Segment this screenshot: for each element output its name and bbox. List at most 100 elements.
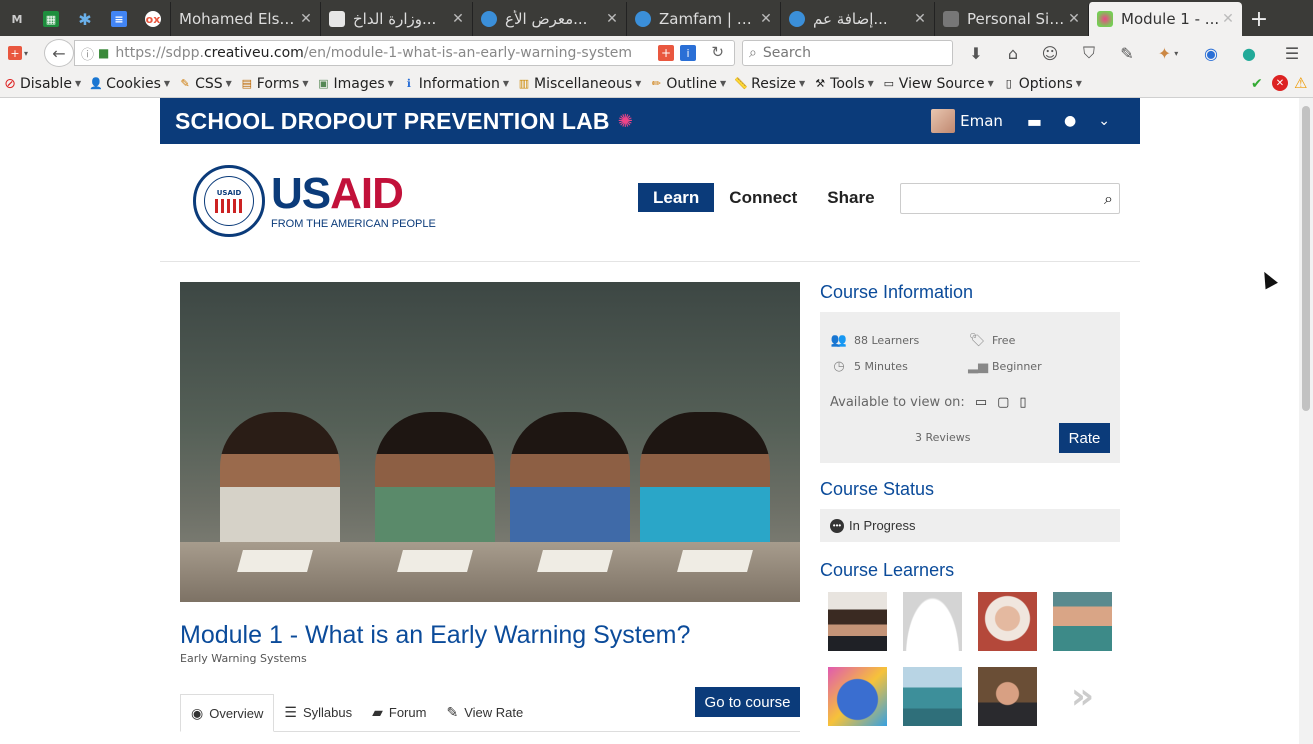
pen-icon[interactable]: ✎ <box>1117 40 1137 66</box>
tab-2[interactable]: وزارة الداخ... ✕ <box>320 2 472 36</box>
more-learners-icon[interactable]: » <box>1053 667 1112 726</box>
options-icon: ▯ <box>1005 77 1012 90</box>
toolbar-information[interactable]: ℹ Information ▼ <box>402 76 509 92</box>
browser-navigation-bar: + ▾ ← ⓘ ■ https://sdpp. creativeu.com/en/m… <box>0 36 1313 70</box>
toolbar-miscellaneous[interactable]: ▥ Miscellaneous ▼ <box>517 76 642 92</box>
tab-active[interactable]: Module 1 - ... ✕ <box>1088 2 1242 36</box>
toolbar-options[interactable]: ▯ Options ▼ <box>1002 76 1082 92</box>
gmail-icon: M <box>11 12 23 26</box>
addon-plus-icon[interactable]: + <box>658 45 674 61</box>
back-button[interactable]: ← <box>44 39 74 67</box>
toolbar-view-source[interactable]: ▭ View Source ▼ <box>882 76 994 92</box>
vpn-icon[interactable]: ◉ <box>1201 40 1221 66</box>
paper <box>537 550 613 572</box>
info-badge-icon[interactable]: i <box>680 45 696 61</box>
pinned-tab-docs[interactable]: ≡ <box>102 2 136 36</box>
reload-icon[interactable]: ↻ <box>711 43 724 61</box>
close-icon[interactable]: ✕ <box>1220 11 1236 27</box>
toolbar-disable[interactable]: ⊘ Disable ▼ <box>3 76 81 92</box>
avatar[interactable] <box>828 667 887 726</box>
avatar[interactable] <box>903 667 962 726</box>
main-menu: Learn Connect Share <box>638 183 890 212</box>
go-to-course-button[interactable]: Go to course <box>695 687 800 717</box>
toolbar-tools[interactable]: ⚒ Tools ▼ <box>813 76 874 92</box>
avatar[interactable] <box>903 592 962 651</box>
site-brand[interactable]: SCHOOL DROPOUT PREVENTION LAB <box>175 108 610 135</box>
page-scrollbar[interactable] <box>1299 98 1313 744</box>
menu-icon[interactable]: ☰ <box>1281 40 1303 66</box>
tab-5[interactable]: إضافة عم... ✕ <box>780 2 934 36</box>
tab-4[interactable]: Zamfam | م...✕ <box>626 2 780 36</box>
tab-1[interactable]: Mohamed Elsa... ✕ <box>170 2 320 36</box>
pinned-tab-sheets[interactable]: ▦ <box>34 2 68 36</box>
reviews-count[interactable]: 3 Reviews <box>915 431 970 444</box>
profile-icon[interactable]: ● <box>1064 113 1076 129</box>
tab-3[interactable]: معرض الأع... ✕ <box>472 2 626 36</box>
tab-view-rate[interactable]: ✎ View Rate <box>436 693 533 731</box>
tab-title: إضافة عم... <box>813 10 888 28</box>
menu-connect[interactable]: Connect <box>714 183 812 212</box>
info-icon[interactable]: ⓘ <box>81 44 94 63</box>
new-tab-button[interactable]: + <box>1242 2 1276 36</box>
emoji-icon[interactable]: ☺ <box>1040 40 1060 66</box>
avatar[interactable] <box>978 592 1037 651</box>
outline-icon: ✏ <box>651 77 661 90</box>
pocket-icon[interactable]: ⛉ <box>1079 40 1099 66</box>
close-icon[interactable]: ✕ <box>298 11 314 27</box>
tab-syllabus[interactable]: ☰ Syllabus <box>274 693 362 731</box>
url-domain: creativeu.com <box>203 45 304 61</box>
pinned-tab-gmail[interactable]: M <box>0 2 34 36</box>
color-wheel-icon[interactable]: ● <box>1239 40 1259 66</box>
close-icon[interactable]: ✕ <box>1066 11 1082 27</box>
avatar[interactable] <box>1053 592 1112 651</box>
home-icon[interactable]: ⌂ <box>1003 40 1023 66</box>
chevron-down-icon[interactable]: ⌄ <box>1098 113 1110 129</box>
scrollbar-thumb[interactable] <box>1302 106 1310 411</box>
menu-share[interactable]: Share <box>812 183 889 212</box>
course-category[interactable]: Early Warning Systems <box>180 652 307 665</box>
url-prefix: https://sdpp. <box>115 45 204 61</box>
toolbar-cookies[interactable]: 👤 Cookies ▼ <box>89 76 170 92</box>
price-text: Free <box>992 334 1016 347</box>
tab-title: معرض الأع... <box>505 10 588 28</box>
available-label: Available to view on: <box>830 395 965 410</box>
course-information-heading: Course Information <box>820 282 974 302</box>
search-input[interactable]: ⌕ Search <box>742 40 953 66</box>
check-icon: ✔ <box>1251 76 1263 92</box>
rate-button[interactable]: Rate <box>1059 423 1110 453</box>
close-icon[interactable]: ✕ <box>912 11 928 27</box>
toolbar-images[interactable]: ▣ Images ▼ <box>317 76 394 92</box>
tablet-icon: ▢ <box>997 395 1010 410</box>
pinned-tab-asterisk[interactable]: ✱ <box>68 2 102 36</box>
tab-forum[interactable]: ▰ Forum <box>362 693 436 731</box>
pinned-tab-odoo[interactable]: ox <box>136 2 170 36</box>
toolbar-outline[interactable]: ✏ Outline ▼ <box>649 76 726 92</box>
user-name[interactable]: Eman <box>960 112 1003 130</box>
usaid-us: US <box>271 169 331 218</box>
toolbar-resize[interactable]: 📏 Resize ▼ <box>734 76 805 92</box>
addon-icon[interactable]: + ▾ <box>4 40 32 66</box>
avatar[interactable] <box>828 592 887 651</box>
learners-grid: » <box>820 592 1120 726</box>
course-hero-image <box>180 282 800 602</box>
messages-icon[interactable]: ▬ <box>1027 112 1042 131</box>
toolbar-css[interactable]: ✎ CSS ▼ <box>178 76 231 92</box>
download-icon[interactable]: ⬇ <box>966 40 986 66</box>
avatar[interactable] <box>931 109 956 133</box>
search-icon[interactable]: ⌕ <box>1104 189 1113 209</box>
avatar[interactable] <box>978 667 1037 726</box>
site-search-input[interactable]: ⌕ <box>900 183 1120 214</box>
address-bar[interactable]: ⓘ ■ https://sdpp. creativeu.com/en/module… <box>74 40 735 66</box>
close-icon[interactable]: ✕ <box>758 11 774 27</box>
close-icon[interactable]: ✕ <box>450 11 466 27</box>
tab-6[interactable]: Personal Sit... ✕ <box>934 2 1088 36</box>
usaid-logo[interactable]: USAID USAID FROM THE AMERICAN PEOPLE <box>193 165 436 237</box>
close-icon[interactable]: ✕ <box>604 11 620 27</box>
users-icon: 👥 <box>830 333 848 348</box>
toolbar-label: Tools <box>830 75 865 92</box>
tab-overview[interactable]: ◉ Overview <box>180 694 275 732</box>
menu-learn[interactable]: Learn <box>638 183 715 212</box>
extension-icon[interactable]: ✦ ▾ <box>1152 40 1184 66</box>
usaid-seal-icon: USAID <box>193 165 265 237</box>
toolbar-forms[interactable]: ▤ Forms ▼ <box>240 76 309 92</box>
